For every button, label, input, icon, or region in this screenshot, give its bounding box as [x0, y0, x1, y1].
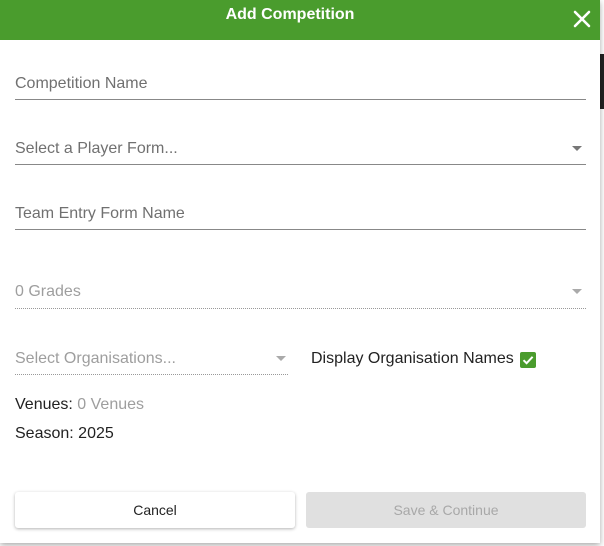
dialog-header: Add Competition — [0, 0, 600, 40]
background-page-edge — [600, 54, 604, 109]
cancel-button[interactable]: Cancel — [15, 492, 295, 528]
field-underline — [15, 99, 586, 100]
add-competition-dialog: Add Competition Competition Name Select … — [0, 0, 600, 543]
competition-name-placeholder: Competition Name — [15, 75, 148, 92]
save-continue-button: Save & Continue — [306, 492, 586, 528]
field-underline — [15, 308, 586, 309]
venues-value: 0 Venues — [77, 396, 145, 413]
venues-label: Venues: — [15, 396, 73, 413]
close-button[interactable] — [570, 7, 594, 31]
dialog-title: Add Competition — [225, 6, 355, 23]
season-value: 2025 — [78, 425, 114, 442]
organisations-placeholder: Select Organisations... — [15, 350, 176, 367]
competition-name-field[interactable]: Competition Name — [15, 72, 586, 100]
organisations-select[interactable]: Select Organisations... — [15, 347, 288, 377]
field-underline — [15, 164, 586, 165]
field-underline — [15, 374, 288, 375]
field-underline — [15, 229, 586, 230]
grades-select: 0 Grades — [15, 280, 586, 310]
chevron-down-icon — [572, 289, 582, 294]
player-form-select[interactable]: Select a Player Form... — [15, 137, 586, 165]
venues-row: Venues: 0 Venues — [15, 396, 144, 414]
checkmark-icon — [522, 356, 534, 365]
season-label: Season: — [15, 425, 74, 442]
close-icon — [573, 10, 591, 28]
chevron-down-icon — [572, 146, 582, 151]
display-org-names-checkbox[interactable] — [520, 352, 536, 368]
player-form-placeholder: Select a Player Form... — [15, 140, 178, 157]
display-org-names-label: Display Organisation Names — [311, 350, 514, 367]
chevron-down-icon — [276, 356, 286, 361]
team-entry-form-placeholder: Team Entry Form Name — [15, 205, 185, 222]
grades-value: 0 Grades — [15, 283, 81, 300]
season-row: Season: 2025 — [15, 425, 114, 443]
team-entry-form-field[interactable]: Team Entry Form Name — [15, 202, 586, 230]
